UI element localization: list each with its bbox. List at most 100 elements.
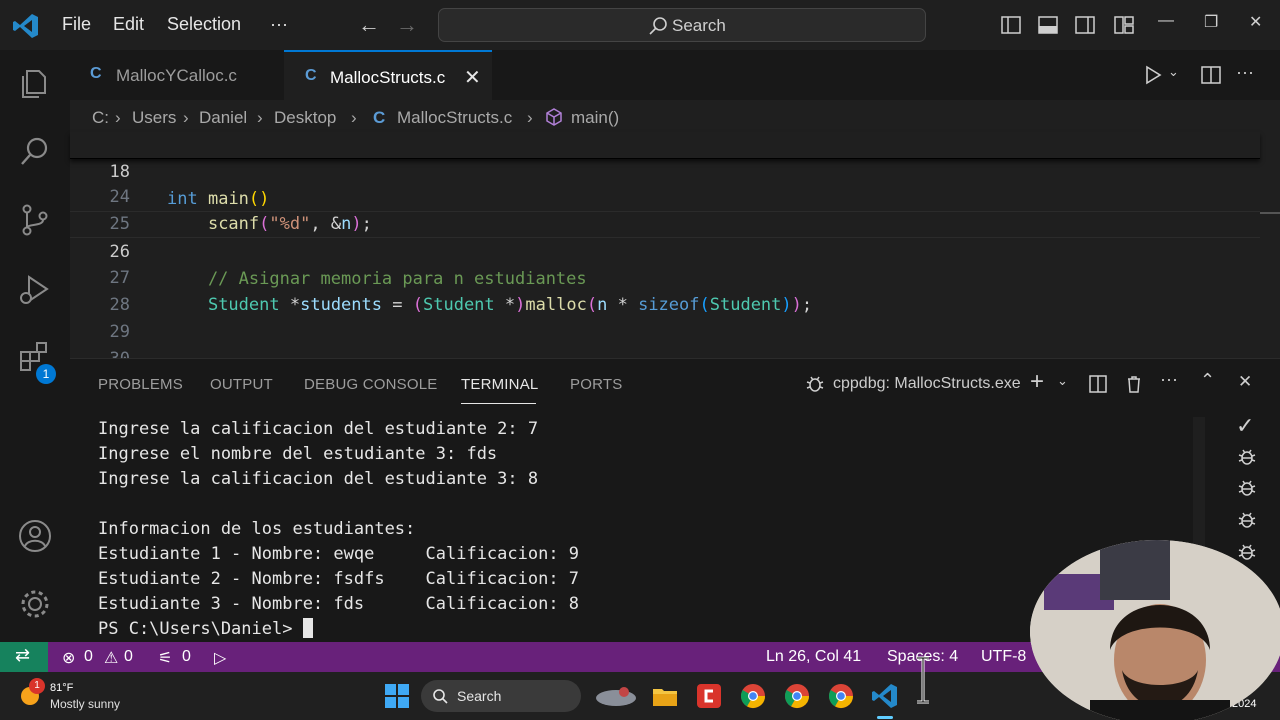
file-explorer-icon[interactable]	[651, 682, 679, 710]
breadcrumb-users[interactable]: Users	[132, 108, 176, 128]
chevron-right-icon: ›	[183, 108, 189, 127]
cursor-position[interactable]: Ln 26, Col 41	[766, 648, 861, 666]
warning-icon[interactable]: ⚠	[104, 648, 118, 668]
debug-launch-icon[interactable]: ▷	[214, 648, 226, 668]
tab-terminal[interactable]: TERMINAL	[461, 376, 538, 393]
split-editor-icon[interactable]	[1200, 64, 1222, 86]
extensions-badge: 1	[36, 364, 56, 384]
code-editor[interactable]: 18 int main() 24 scanf("%d", &n); 25 26 …	[70, 132, 1280, 369]
new-terminal-icon[interactable]: +	[1030, 368, 1044, 396]
split-terminal-icon[interactable]	[1088, 374, 1108, 394]
codeblocks-app-icon[interactable]	[695, 682, 723, 710]
error-count[interactable]: 0	[84, 648, 93, 666]
menu-selection[interactable]: Selection	[167, 14, 241, 35]
command-center-search[interactable]: Search	[438, 8, 926, 42]
ports-count[interactable]: 0	[182, 648, 191, 666]
minimize-icon[interactable]: —	[1158, 12, 1174, 30]
terminal-prompt: PS C:\Users\Daniel>	[98, 619, 303, 639]
ports-icon[interactable]: ⚟	[158, 648, 172, 668]
close-window-icon[interactable]: ✕	[1249, 12, 1262, 32]
source-control-icon[interactable]	[17, 202, 53, 238]
weather-temperature[interactable]: 81°F	[50, 682, 73, 694]
toggle-secondary-sidebar-icon[interactable]	[1074, 14, 1096, 36]
encoding[interactable]: UTF-8	[981, 648, 1026, 666]
mouse-text-cursor-icon	[917, 656, 929, 704]
chevron-right-icon: ›	[115, 108, 121, 127]
terminal-line: Informacion de los estudiantes:	[98, 519, 416, 539]
close-panel-icon[interactable]: ✕	[1238, 372, 1252, 392]
debug-terminal-icon[interactable]	[1236, 541, 1258, 563]
code-line[interactable]: 24 scanf("%d", &n);	[70, 157, 1260, 234]
explorer-icon[interactable]	[17, 66, 53, 102]
weather-badge: 1	[29, 678, 45, 694]
windows-start-icon[interactable]	[383, 682, 411, 710]
run-file-icon[interactable]	[1142, 64, 1164, 86]
kill-terminal-icon[interactable]	[1124, 374, 1144, 394]
chevron-right-icon: ›	[351, 108, 357, 127]
toggle-panel-icon[interactable]	[1037, 14, 1059, 36]
forward-arrow-icon[interactable]: →	[396, 12, 418, 38]
scrollbar-marker[interactable]	[1260, 212, 1280, 214]
terminal-name[interactable]: cppdbg: MallocStructs.exe	[833, 375, 1021, 393]
weather-description[interactable]: Mostly sunny	[50, 697, 120, 711]
tab-output[interactable]: OUTPUT	[210, 376, 273, 393]
c-file-icon: C	[373, 108, 386, 127]
code-line[interactable]: 25	[70, 184, 1260, 234]
restore-icon[interactable]: ❐	[1204, 12, 1218, 32]
warning-count[interactable]: 0	[124, 648, 133, 666]
menu-file[interactable]: File	[62, 14, 91, 35]
tab-debug-console[interactable]: DEBUG CONSOLE	[304, 376, 437, 393]
vscode-logo-icon[interactable]	[12, 12, 40, 40]
terminal-prompt-line[interactable]: PS C:\Users\Daniel>	[98, 617, 579, 642]
terminal-line: Estudiante 1 - Nombre: ewqe Calificacion…	[98, 544, 580, 564]
tab-ports[interactable]: PORTS	[570, 376, 622, 393]
debug-terminal-icon[interactable]	[1236, 509, 1258, 531]
taskbar-search[interactable]: Search	[421, 680, 581, 712]
search-icon	[649, 17, 667, 35]
breadcrumb-symbol[interactable]: main()	[571, 108, 619, 128]
search-highlight-icon[interactable]	[591, 682, 641, 710]
settings-gear-icon[interactable]	[17, 586, 53, 622]
chrome-profile-icon[interactable]	[783, 682, 811, 710]
menu-edit[interactable]: Edit	[113, 14, 144, 35]
breadcrumb-file[interactable]: MallocStructs.c	[397, 108, 512, 128]
code-line[interactable]: 27 Student *students = (Student *)malloc…	[70, 238, 1260, 315]
code-line-current[interactable]: 26 // Asignar memoria para n estudiantes	[70, 211, 1260, 289]
remote-indicator[interactable]: ⇄	[0, 642, 48, 672]
debug-terminal-icon[interactable]	[1236, 477, 1258, 499]
run-debug-icon[interactable]	[17, 272, 53, 308]
code-line[interactable]: 30	[70, 319, 1260, 369]
code-line[interactable]: 28	[70, 265, 1260, 315]
error-icon[interactable]: ⊗	[62, 648, 75, 668]
customize-layout-icon[interactable]	[1113, 14, 1135, 36]
tab-mallocycalloc[interactable]: C MallocYCalloc.c	[70, 50, 284, 100]
terminal-dropdown-icon[interactable]: ⌄	[1057, 373, 1068, 389]
tab-mallocstructs[interactable]: C MallocStructs.c ✕	[284, 50, 492, 100]
close-tab-icon[interactable]: ✕	[464, 65, 481, 90]
run-dropdown-chevron-icon[interactable]: ⌄	[1168, 64, 1179, 80]
sticky-scroll-line[interactable]: 18 int main()	[70, 132, 1260, 209]
search-view-icon[interactable]	[17, 134, 53, 170]
more-actions-icon[interactable]: ···	[1236, 62, 1254, 83]
accounts-icon[interactable]	[17, 518, 53, 554]
terminal-output[interactable]: Ingrese la calificacion del estudiante 2…	[98, 417, 579, 642]
check-icon[interactable]: ✓	[1236, 413, 1254, 439]
search-icon	[433, 689, 448, 704]
toggle-sidebar-icon[interactable]	[1000, 14, 1022, 36]
vscode-taskbar-icon[interactable]	[871, 682, 899, 710]
maximize-panel-icon[interactable]: ⌃	[1200, 370, 1215, 391]
chrome-profile-icon[interactable]	[827, 682, 855, 710]
more-actions-icon[interactable]: ···	[1160, 369, 1178, 390]
breadcrumb-daniel[interactable]: Daniel	[199, 108, 247, 128]
back-arrow-icon[interactable]: ←	[358, 12, 380, 38]
chrome-icon[interactable]	[739, 682, 767, 710]
code-line[interactable]: 29	[70, 292, 1260, 342]
debug-terminal-icon[interactable]	[1236, 446, 1258, 468]
symbol-method-icon	[546, 108, 562, 126]
tab-problems[interactable]: PROBLEMS	[98, 376, 183, 393]
remote-icon: ⇄	[15, 645, 31, 665]
breadcrumb-drive[interactable]: C:	[92, 108, 109, 128]
menu-more[interactable]: ···	[270, 14, 288, 35]
breadcrumb-desktop[interactable]: Desktop	[274, 108, 336, 128]
